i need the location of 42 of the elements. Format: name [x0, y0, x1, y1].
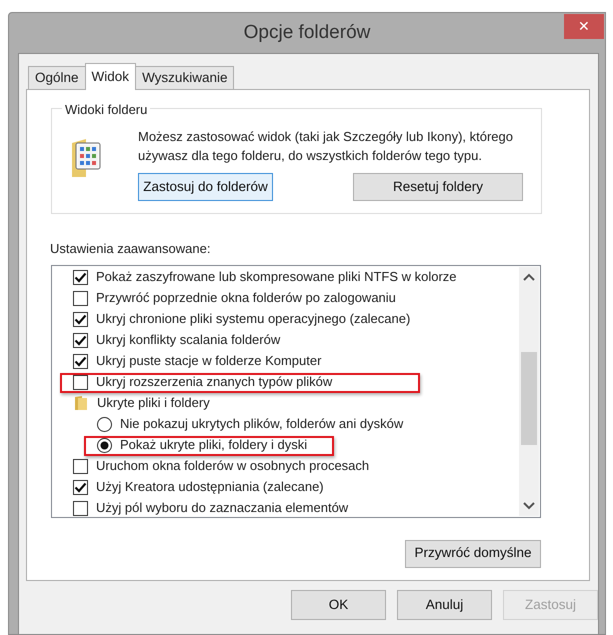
option-label: Przywróć poprzednie okna folderów po zalogowaniu	[96, 289, 396, 308]
action-button[interactable]: Resetuj foldery	[353, 173, 523, 201]
restore-defaults-button[interactable]: Przywróć domyślne	[405, 540, 541, 568]
dialog-button[interactable]: OK	[291, 590, 386, 620]
checkbox[interactable]	[73, 480, 88, 494]
radio-button[interactable]	[97, 438, 112, 452]
option-label: Ukryj puste stacje w folderze Komputer	[96, 352, 322, 370]
scroll-up-icon[interactable]	[523, 272, 535, 280]
scrollbar[interactable]	[519, 266, 539, 516]
option-label: Użyj pól wyboru do zaznaczania elementów	[96, 499, 348, 518]
group-label: Ukryte pliki i foldery	[97, 394, 210, 412]
option-label: Ukryj konflikty scalania folderów	[96, 331, 280, 350]
radio-button[interactable]	[97, 416, 112, 432]
option-label: Ukryj rozszerzenia znanych typów plików	[96, 373, 332, 392]
option-label: Ukryj chronione pliki systemu operacyjnego (zalecane)	[96, 310, 410, 328]
folder-view-icon	[70, 139, 102, 179]
option-label: Pokaż ukryte pliki, foldery i dyski	[120, 436, 308, 454]
checkbox[interactable]	[73, 332, 88, 348]
option-label: Użyj Kreatora udostępniania (zalecane)	[96, 478, 324, 496]
option-label: Pokaż zaszyfrowane lub skompresowane pliki NTFS w kolorze	[96, 268, 457, 286]
section-label: Ustawienia zaawansowane:	[50, 240, 212, 258]
checkbox[interactable]	[73, 374, 88, 390]
window-title: Opcje folderów	[244, 20, 370, 45]
action-button[interactable]: Zastosuj do folderów	[138, 173, 273, 201]
description-text: Możesz zastosować widok (taki jak Szczegóły lub Ikony), którego używasz dla tego folderu, do wszystkich folderów tego typu.	[138, 128, 514, 165]
scroll-down-icon[interactable]	[523, 502, 535, 510]
dialog-button[interactable]: Anuluj	[397, 590, 492, 620]
checkbox[interactable]	[73, 500, 88, 516]
radio-dot-icon	[100, 440, 109, 450]
checkbox[interactable]	[73, 290, 88, 306]
folder-icon	[73, 395, 89, 411]
tab[interactable]: Widok	[84, 63, 136, 90]
checkbox[interactable]	[73, 458, 88, 474]
checkbox[interactable]	[73, 312, 88, 326]
tab[interactable]: Ogólne	[28, 66, 86, 89]
option-label: Uruchom okna folderów w osobnych procesach	[96, 457, 370, 476]
tab[interactable]: Wyszukiwanie	[135, 66, 234, 89]
scroll-thumb[interactable]	[521, 352, 537, 444]
checkbox[interactable]	[73, 354, 88, 368]
close-button[interactable]: ✕	[564, 14, 604, 39]
option-label: Nie pokazuj ukrytych plików, folderów ani dysków	[120, 415, 404, 434]
checkbox[interactable]	[73, 270, 88, 284]
